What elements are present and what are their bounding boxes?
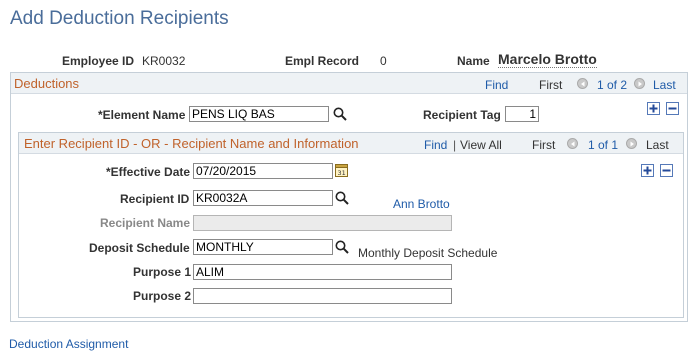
element-name-label: *Element Name <box>98 108 186 122</box>
recipient-tag-field[interactable] <box>505 106 539 122</box>
recipient-id-description[interactable]: Ann Brotto <box>393 197 450 211</box>
deductions-title: Deductions <box>14 76 80 91</box>
recipient-name-field <box>193 215 452 231</box>
deductions-first: First <box>539 78 563 92</box>
employee-id-value: KR0032 <box>142 54 186 68</box>
name-label: Name <box>457 54 490 68</box>
magnifier-icon[interactable] <box>334 190 350 206</box>
recipient-name-label: Recipient Name <box>100 216 191 230</box>
previous-arrow-icon[interactable] <box>567 138 578 149</box>
recipient-id-label: Recipient ID <box>120 192 190 206</box>
minus-icon[interactable] <box>666 102 679 115</box>
deposit-schedule-field[interactable] <box>193 239 333 255</box>
employee-name: Marcelo Brotto <box>498 51 597 68</box>
purpose2-label: Purpose 2 <box>133 289 192 303</box>
plus-icon[interactable] <box>641 164 654 177</box>
effective-date-field[interactable] <box>193 163 333 179</box>
magnifier-icon[interactable] <box>334 239 350 255</box>
svg-text:31: 31 <box>338 169 346 177</box>
recipient-last: Last <box>646 138 669 152</box>
plus-icon[interactable] <box>647 102 660 115</box>
deductions-find-link[interactable]: Find <box>485 78 508 92</box>
employee-id-label: Employee ID <box>62 54 135 68</box>
recipient-separator: | <box>453 138 457 152</box>
previous-arrow-icon[interactable] <box>577 78 588 89</box>
recipient-id-field[interactable] <box>193 190 333 206</box>
purpose2-field[interactable] <box>193 288 452 304</box>
recipient-tag-label: Recipient Tag <box>423 108 501 122</box>
minus-icon[interactable] <box>660 164 673 177</box>
deposit-schedule-label: Deposit Schedule <box>89 241 190 255</box>
deductions-last-link[interactable]: Last <box>653 78 676 92</box>
deposit-schedule-description: Monthly Deposit Schedule <box>358 246 498 260</box>
recipient-first: First <box>532 138 556 152</box>
purpose1-field[interactable] <box>193 264 452 280</box>
element-name-field[interactable] <box>189 106 329 122</box>
recipient-title: Enter Recipient ID - OR - Recipient Name… <box>24 136 359 151</box>
next-arrow-icon[interactable] <box>634 78 645 89</box>
magnifier-icon[interactable] <box>332 106 348 122</box>
empl-record-label: Empl Record <box>285 54 360 68</box>
recipient-find-link[interactable]: Find <box>424 138 447 152</box>
recipient-page-range[interactable]: 1 of 1 <box>588 138 618 152</box>
calendar-icon[interactable]: 31 <box>335 163 348 177</box>
deduction-assignment-link[interactable]: Deduction Assignment <box>9 337 128 351</box>
page-title: Add Deduction Recipients <box>10 8 229 29</box>
recipient-view-all-link[interactable]: View All <box>460 138 502 152</box>
purpose1-label: Purpose 1 <box>133 265 192 279</box>
deductions-page-range[interactable]: 1 of 2 <box>597 78 627 92</box>
empl-record-value: 0 <box>380 54 387 68</box>
next-arrow-icon[interactable] <box>626 138 637 149</box>
effective-date-label: *Effective Date <box>106 165 191 179</box>
